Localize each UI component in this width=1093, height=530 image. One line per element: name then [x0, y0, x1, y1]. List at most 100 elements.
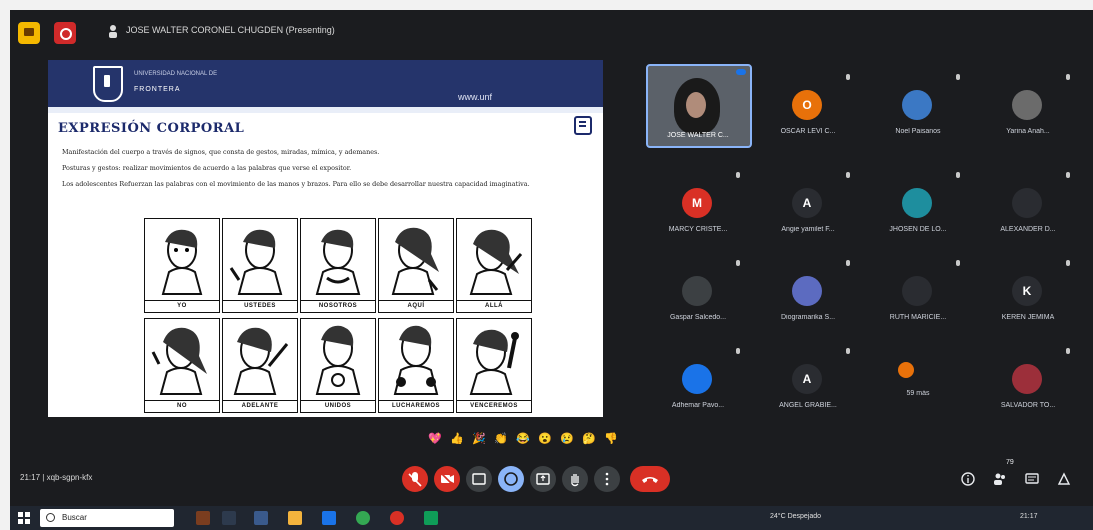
participant-tile[interactable]: M MARCY CRISTE...: [648, 168, 748, 240]
mic-button[interactable]: [402, 466, 428, 492]
presentation-slide: UNIVERSIDAD NACIONAL DE FRONTERA www.unf…: [48, 60, 603, 417]
more-vert-icon: [605, 472, 609, 486]
participant-name: ANGEL GRABIE...: [779, 402, 837, 409]
browser-icon[interactable]: [322, 511, 336, 525]
participant-tile[interactable]: JHOSEN DE LO...: [868, 168, 968, 240]
university-logo: [93, 66, 123, 102]
app-icon-red[interactable]: [390, 511, 404, 525]
mic-muted-icon: [736, 172, 740, 178]
participant-tile[interactable]: Gaspar Salcedo...: [648, 256, 748, 328]
gesture-caption: YO: [145, 300, 219, 312]
mic-muted-icon: [846, 348, 850, 354]
mic-muted-icon: [956, 260, 960, 266]
gesture-illustration: [469, 329, 519, 395]
presenter-title: JOSE WALTER CORONEL CHUGDEN (Presenting): [126, 25, 335, 35]
participant-tile[interactable]: A Angie yamilet F...: [758, 168, 858, 240]
captions-button[interactable]: [466, 466, 492, 492]
chat-icon[interactable]: [1024, 471, 1040, 487]
more-participants-label: 59 más: [906, 390, 930, 397]
avatar: [902, 90, 932, 120]
participant-name: Gaspar Salcedo...: [669, 314, 727, 321]
taskbar-search-text: Buscar: [62, 513, 87, 522]
people-icon[interactable]: [992, 471, 1008, 487]
file-explorer-icon[interactable]: [288, 511, 302, 525]
leave-call-button[interactable]: [630, 466, 670, 492]
participant-tile[interactable]: O OSCAR LEVI C...: [758, 70, 858, 142]
emoji-button[interactable]: [498, 466, 524, 492]
participant-name: ALEXANDER D...: [1000, 226, 1056, 233]
self-video-tile[interactable]: JOSE WALTER C...: [646, 64, 752, 148]
taskbar-app-icon[interactable]: [196, 511, 210, 525]
slide-paragraph-2: Posturas y gestos: realizar movimientos …: [62, 164, 352, 172]
info-icon[interactable]: [960, 471, 976, 487]
participant-tile[interactable]: Diogramarika S...: [758, 256, 858, 328]
mic-muted-icon: [956, 74, 960, 80]
thinking-reaction[interactable]: 🤔: [582, 432, 596, 446]
surprised-reaction[interactable]: 😮: [538, 432, 552, 446]
participant-tile[interactable]: A ANGEL GRABIE...: [758, 344, 858, 416]
participant-name: SALVADOR TO...: [1000, 402, 1056, 409]
avatar: [902, 188, 932, 218]
thumbs-up-reaction[interactable]: 👍: [450, 432, 464, 446]
taskbar-search-box[interactable]: Buscar: [40, 509, 174, 527]
gesture-cell: USTEDES: [222, 218, 298, 313]
gesture-illustration: [391, 227, 439, 295]
app-icon-green[interactable]: [424, 511, 438, 525]
windows-start-icon[interactable]: [18, 512, 30, 524]
app-icon[interactable]: [18, 22, 40, 44]
clap-reaction[interactable]: 👏: [494, 432, 508, 446]
thumbs-down-reaction[interactable]: 👎: [604, 432, 618, 446]
gesture-caption: ALLÁ: [457, 300, 531, 312]
record-icon[interactable]: [54, 22, 76, 44]
sad-reaction[interactable]: 😢: [560, 432, 574, 446]
gesture-caption: LUCHAREMOS: [379, 400, 453, 412]
participant-count: 79: [1006, 459, 1014, 466]
heart-reaction[interactable]: 💖: [428, 432, 442, 446]
weather-widget[interactable]: 24°C Despejado: [770, 513, 821, 520]
taskbar-clock[interactable]: 21:17: [1020, 513, 1038, 520]
chrome-icon[interactable]: [356, 511, 370, 525]
slide-paragraph-1: Manifestación del cuerpo a través de sig…: [62, 148, 380, 156]
gesture-illustration: [315, 229, 361, 295]
more-options-button[interactable]: [594, 466, 620, 492]
participant-tile[interactable]: Adhemar Pavo...: [648, 344, 748, 416]
gesture-caption: NO: [145, 400, 219, 412]
gesture-cell: VENCEREMOS: [456, 318, 532, 413]
institution-top: UNIVERSIDAD NACIONAL DE: [134, 71, 218, 77]
present-button[interactable]: [530, 466, 556, 492]
laugh-reaction[interactable]: 😂: [516, 432, 530, 446]
avatar: [1012, 90, 1042, 120]
activities-icon[interactable]: [1056, 471, 1072, 487]
participant-name: Noel Paisanos: [895, 128, 941, 135]
avatar: [898, 362, 914, 378]
slide-heading: EXPRESIÓN CORPORAL: [58, 121, 245, 136]
slide-header: UNIVERSIDAD NACIONAL DE FRONTERA www.unf: [48, 60, 603, 107]
gesture-illustration: [393, 325, 439, 395]
mic-muted-icon: [956, 172, 960, 178]
party-reaction[interactable]: 🎉: [472, 432, 486, 446]
gesture-cell: UNIDOS: [300, 318, 376, 413]
participant-tile[interactable]: Noel Paisanos: [868, 70, 968, 142]
more-participants-tile[interactable]: 59 más: [868, 344, 968, 416]
institution-name: FRONTERA: [134, 86, 181, 93]
participant-tile[interactable]: RUTH MARICIE...: [868, 256, 968, 328]
participant-tile[interactable]: ALEXANDER D...: [978, 168, 1078, 240]
meeting-time: 21:17 | xqb-sgpn-kfx: [20, 473, 93, 482]
gesture-caption: UNIDOS: [301, 400, 375, 412]
taskbar-app-icon[interactable]: [222, 511, 236, 525]
participant-name: KEREN JEMIMA: [1001, 314, 1055, 321]
taskview-icon[interactable]: [254, 511, 268, 525]
avatar: [792, 276, 822, 306]
avatar: A: [792, 364, 822, 394]
participant-tile[interactable]: K KEREN JEMIMA: [978, 256, 1078, 328]
participant-tile[interactable]: SALVADOR TO...: [978, 344, 1078, 416]
raise-hand-button[interactable]: [562, 466, 588, 492]
participant-tile[interactable]: Yarina Anah...: [978, 70, 1078, 142]
meeting-clock: 21:17: [20, 473, 41, 482]
avatar: [1012, 364, 1042, 394]
camera-button[interactable]: [434, 466, 460, 492]
avatar: [682, 276, 712, 306]
mic-muted-icon: [736, 260, 740, 266]
gesture-illustration: [229, 229, 283, 295]
gesture-cell: NOSOTROS: [300, 218, 376, 313]
